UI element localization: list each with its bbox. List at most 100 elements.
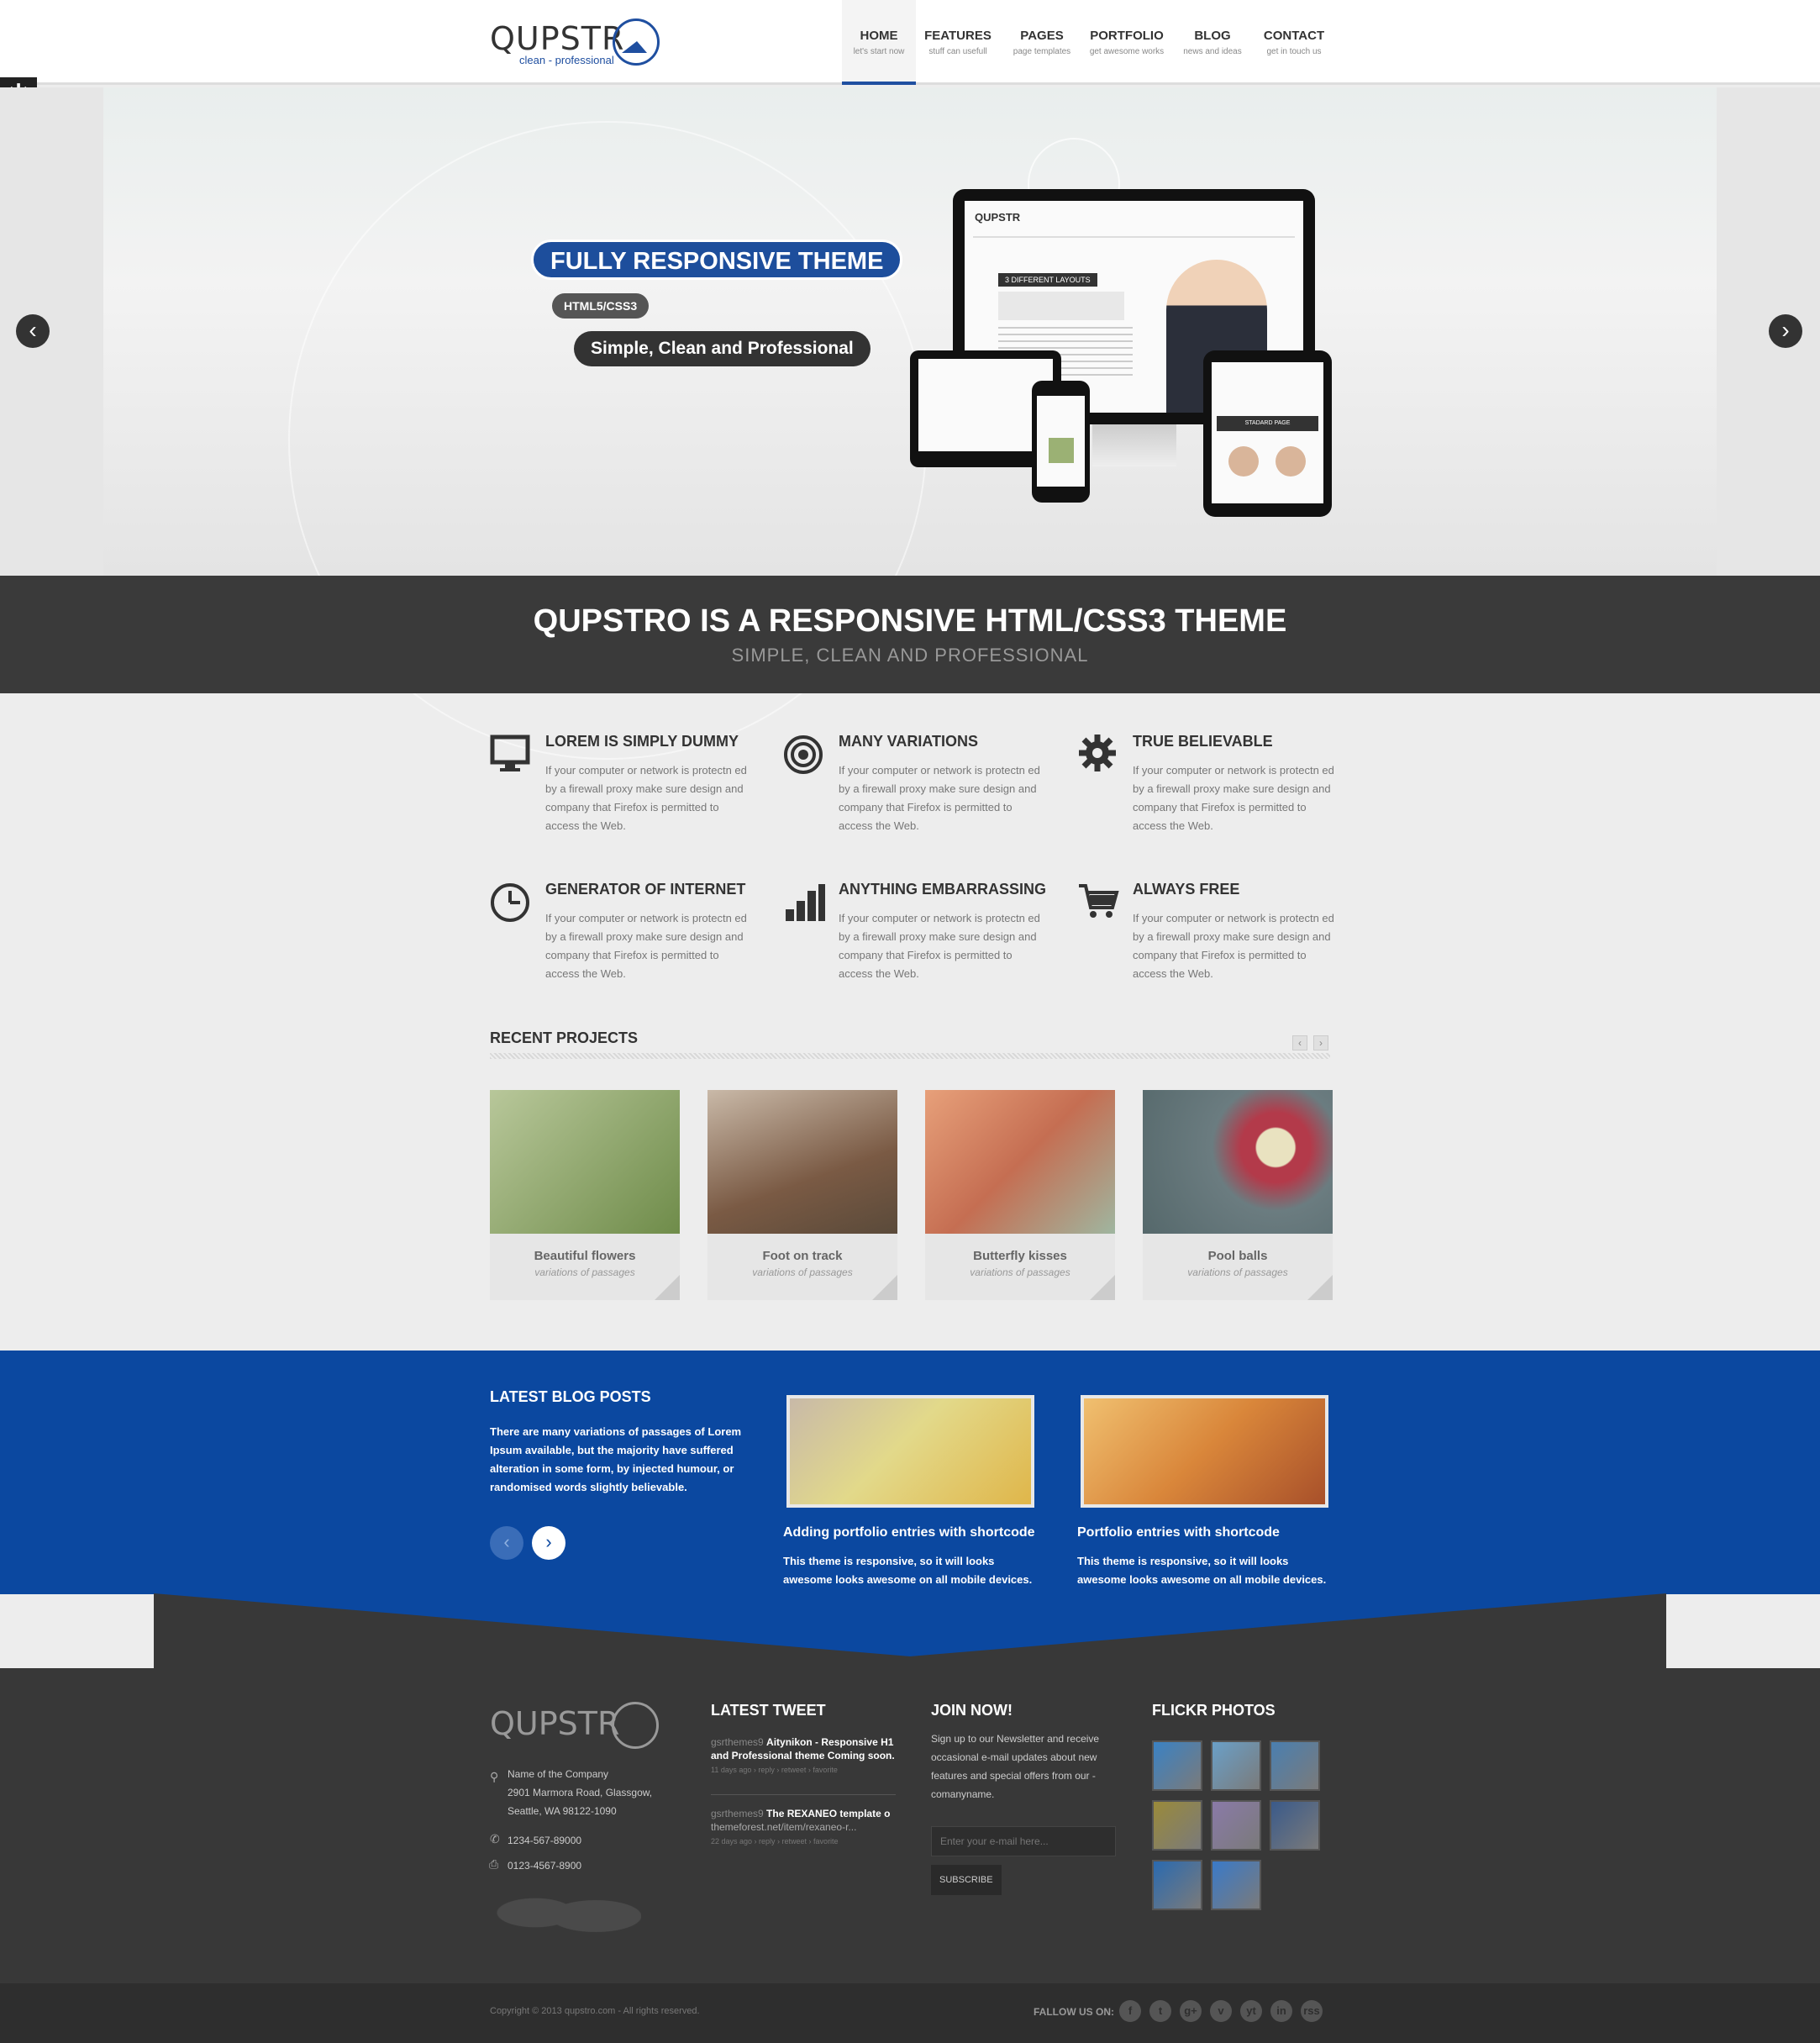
project-card[interactable]: Butterfly kisses variations of passages xyxy=(925,1090,1115,1300)
tweet-meta[interactable]: 22 days ago › reply › retweet › favorite xyxy=(711,1837,839,1846)
footer-wedge xyxy=(154,1593,1666,1669)
nav-label: FEATURES xyxy=(924,29,992,43)
blog-post-image[interactable] xyxy=(1081,1395,1328,1508)
blog-post-image[interactable] xyxy=(786,1395,1034,1508)
feature-text: If your computer or network is protectn … xyxy=(1133,912,1334,980)
nav-sub: get in touch us xyxy=(1266,47,1322,56)
nav-home[interactable]: HOME let's start now xyxy=(842,0,916,85)
project-title[interactable]: Beautiful flowers xyxy=(490,1249,680,1263)
youtube-icon[interactable]: yt xyxy=(1240,2000,1262,2022)
blog-post-text: This theme is responsive, so it will loo… xyxy=(783,1555,1033,1586)
feature-text: If your computer or network is protectn … xyxy=(839,764,1040,832)
blog-intro: There are many variations of passages of… xyxy=(490,1425,742,1493)
nav-features[interactable]: FEATURES stuff can usefull xyxy=(916,0,1000,85)
fax-icon: ⎙ xyxy=(489,1857,499,1871)
project-card[interactable]: Beautiful flowers variations of passages xyxy=(490,1090,680,1300)
facebook-icon[interactable]: f xyxy=(1119,2000,1141,2022)
tweet-divider xyxy=(711,1794,896,1795)
card-corner xyxy=(872,1275,897,1300)
blog-post-title[interactable]: Portfolio entries with shortcode xyxy=(1077,1525,1280,1540)
card-corner xyxy=(1090,1275,1115,1300)
flickr-photo[interactable] xyxy=(1211,1860,1261,1910)
nav-pages[interactable]: PAGES page templates xyxy=(1000,0,1084,85)
twitter-icon[interactable]: t xyxy=(1149,2000,1171,2022)
tweet-line2[interactable]: themeforest.net/item/rexaneo-r... xyxy=(711,1821,856,1833)
project-image[interactable] xyxy=(490,1090,680,1234)
tweet-item: gsrthemes9 Aitynikon - Responsive H1 and… xyxy=(711,1735,896,1777)
tweet-line1: Aitynikon - Responsive H1 xyxy=(766,1736,894,1748)
follow-label: FALLOW US ON: xyxy=(1034,2006,1114,2018)
project-image[interactable] xyxy=(707,1090,897,1234)
project-card[interactable]: Pool balls variations of passages xyxy=(1143,1090,1333,1300)
slider-next-button[interactable]: › xyxy=(1769,314,1802,348)
tweet-meta[interactable]: 11 days ago › reply › retweet › favorite xyxy=(711,1766,838,1774)
flickr-photo[interactable] xyxy=(1270,1800,1320,1851)
tweet-user[interactable]: gsrthemes9 xyxy=(711,1736,764,1748)
fax-number: 0123-4567-8900 xyxy=(508,1860,582,1872)
logo-mark-icon xyxy=(613,18,660,66)
bar-chart-icon xyxy=(786,884,825,921)
flickr-photo[interactable] xyxy=(1270,1740,1320,1791)
project-title[interactable]: Foot on track xyxy=(707,1249,897,1263)
tablet-portrait-screen: STADARD PAGE xyxy=(1212,362,1323,503)
intro-subtitle: SIMPLE, CLEAN AND PROFESSIONAL xyxy=(731,645,1089,666)
nav-portfolio[interactable]: PORTFOLIO get awesome works xyxy=(1084,0,1170,85)
project-subtitle: variations of passages xyxy=(752,1266,853,1278)
card-corner xyxy=(1307,1275,1333,1300)
tweet-item: gsrthemes9 The REXANEO template o themef… xyxy=(711,1807,896,1848)
flickr-photo[interactable] xyxy=(1211,1740,1261,1791)
linkedin-icon[interactable]: in xyxy=(1270,2000,1292,2022)
blog-post-title[interactable]: Adding portfolio entries with shortcode xyxy=(783,1525,1035,1540)
nav-blog[interactable]: BLOG news and ideas xyxy=(1170,0,1255,85)
flickr-photo[interactable] xyxy=(1152,1800,1202,1851)
address-line1: 2901 Marmora Road, Glassgow, xyxy=(508,1787,653,1798)
project-title[interactable]: Butterfly kisses xyxy=(925,1249,1115,1263)
newsletter-email-input[interactable] xyxy=(931,1826,1116,1856)
blog-next-button[interactable]: › xyxy=(532,1526,565,1560)
monitor-caption: 3 DIFFERENT LAYOUTS xyxy=(998,273,1097,287)
nav-sub: page templates xyxy=(1013,47,1071,56)
blog-prev-button[interactable]: ‹ xyxy=(490,1526,523,1560)
hero-headline: FULLY RESPONSIVE THEME xyxy=(531,240,903,280)
project-subtitle: variations of passages xyxy=(534,1266,635,1278)
flickr-photo[interactable] xyxy=(1152,1860,1202,1910)
flickr-photo[interactable] xyxy=(1152,1740,1202,1791)
recent-prev-button[interactable]: ‹ xyxy=(1292,1035,1307,1050)
monitor-icon xyxy=(490,735,530,771)
hero-slider xyxy=(0,87,1820,760)
cart-icon xyxy=(1079,884,1119,918)
logo-tagline: clean - professional xyxy=(519,54,614,66)
footer-logo[interactable]: QUPSTR xyxy=(490,1705,619,1742)
logo[interactable]: QUPSTR clean - professional xyxy=(490,18,666,69)
flickr-photo[interactable] xyxy=(1211,1800,1261,1851)
google-plus-icon[interactable]: g+ xyxy=(1180,2000,1202,2022)
tweet-title: LATEST TWEET xyxy=(711,1702,826,1719)
tweet-user[interactable]: gsrthemes9 xyxy=(711,1808,764,1819)
nav-contact[interactable]: CONTACT get in touch us xyxy=(1255,0,1333,85)
target-icon xyxy=(784,735,823,774)
nav-sub: get awesome works xyxy=(1089,47,1165,56)
rss-icon[interactable]: rss xyxy=(1301,2000,1323,2022)
monitor-text-block xyxy=(998,292,1124,320)
phone-icon: ✆ xyxy=(490,1832,500,1846)
subscribe-button[interactable]: SUBSCRIBE xyxy=(931,1865,1002,1895)
nav-label: PORTFOLIO xyxy=(1090,29,1164,43)
phone-number: 1234-567-89000 xyxy=(508,1835,582,1846)
project-image[interactable] xyxy=(1143,1090,1333,1234)
phone xyxy=(1032,381,1090,503)
vimeo-icon[interactable]: v xyxy=(1210,2000,1232,2022)
project-title[interactable]: Pool balls xyxy=(1143,1249,1333,1263)
nav-sub: let's start now xyxy=(853,47,905,56)
slider-prev-button[interactable]: ‹ xyxy=(16,314,50,348)
project-card[interactable]: Foot on track variations of passages xyxy=(707,1090,897,1300)
nav-label: CONTACT xyxy=(1263,29,1325,43)
feature-title: ANYTHING EMBARRASSING xyxy=(839,881,1047,898)
phone-photo xyxy=(1049,438,1074,463)
recent-next-button[interactable]: › xyxy=(1313,1035,1328,1050)
footer xyxy=(0,1668,1820,1983)
social-links: f t g+ v yt in rss xyxy=(1119,2000,1323,2022)
clock-icon xyxy=(491,883,529,922)
feature-title: MANY VARIATIONS xyxy=(839,733,979,750)
monitor-stand xyxy=(1092,424,1176,466)
project-image[interactable] xyxy=(925,1090,1115,1234)
